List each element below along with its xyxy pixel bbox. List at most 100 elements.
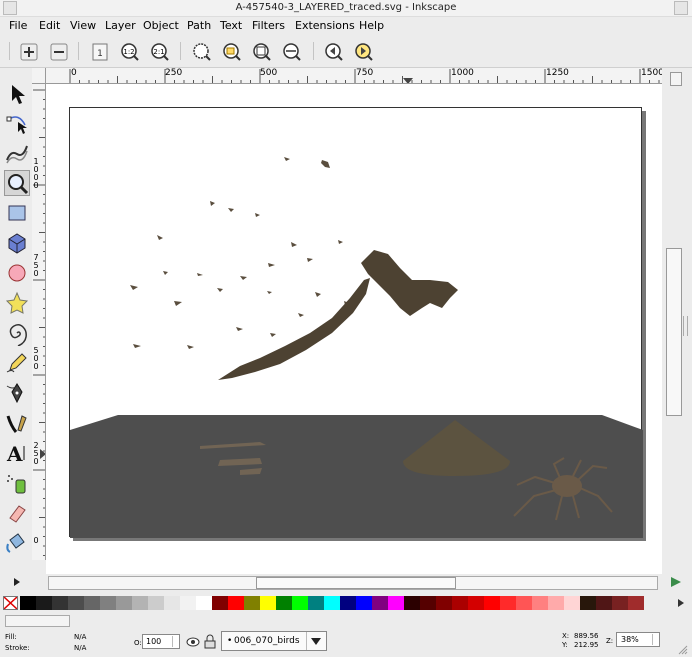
corner-icon[interactable] bbox=[670, 576, 682, 588]
menu-edit[interactable]: Edit bbox=[39, 19, 60, 32]
color-swatch[interactable] bbox=[228, 596, 244, 610]
zoom-page-button[interactable] bbox=[250, 40, 272, 62]
zoom-tool[interactable] bbox=[4, 170, 30, 196]
color-swatch[interactable] bbox=[340, 596, 356, 610]
fill-value[interactable]: N/A bbox=[74, 633, 86, 641]
spiral-tool[interactable] bbox=[4, 320, 30, 347]
toolbox-overflow-icon[interactable] bbox=[13, 577, 21, 590]
horizontal-scrollbar[interactable] bbox=[46, 574, 662, 592]
menu-view[interactable]: View bbox=[70, 19, 96, 32]
color-swatch[interactable] bbox=[132, 596, 148, 610]
eye-icon[interactable] bbox=[186, 635, 200, 649]
ellipse-tool[interactable] bbox=[4, 260, 30, 286]
color-swatch[interactable] bbox=[420, 596, 436, 610]
tweak-tool[interactable] bbox=[4, 140, 30, 166]
horizontal-scroll-thumb[interactable] bbox=[256, 577, 456, 589]
color-swatch[interactable] bbox=[628, 596, 644, 610]
color-swatch[interactable] bbox=[324, 596, 340, 610]
color-swatch[interactable] bbox=[484, 596, 500, 610]
zoom-drawing-button[interactable] bbox=[220, 40, 242, 62]
color-swatch[interactable] bbox=[292, 596, 308, 610]
color-swatch[interactable] bbox=[164, 596, 180, 610]
layer-selector[interactable]: • 006_070_birds bbox=[221, 631, 327, 651]
menu-object[interactable]: Object bbox=[143, 19, 179, 32]
menu-layer[interactable]: Layer bbox=[105, 19, 136, 32]
color-swatch[interactable] bbox=[580, 596, 596, 610]
zoom-selection-button[interactable] bbox=[190, 40, 212, 62]
menu-text[interactable]: Text bbox=[220, 19, 242, 32]
color-swatch[interactable] bbox=[84, 596, 100, 610]
color-swatch[interactable] bbox=[212, 596, 228, 610]
color-swatch[interactable] bbox=[564, 596, 580, 610]
color-swatch[interactable] bbox=[436, 596, 452, 610]
zoom-1-1-button[interactable]: 1 bbox=[88, 40, 110, 62]
chevron-down-icon[interactable] bbox=[311, 638, 321, 645]
zoom-page-width-button[interactable] bbox=[280, 40, 302, 62]
paint-bucket-tool[interactable] bbox=[4, 530, 30, 556]
lock-icon[interactable] bbox=[204, 634, 216, 649]
color-swatch[interactable] bbox=[36, 596, 52, 610]
text-tool[interactable]: A bbox=[4, 440, 30, 466]
no-paint-swatch[interactable] bbox=[3, 596, 18, 610]
color-swatch[interactable] bbox=[612, 596, 628, 610]
menu-extensions[interactable]: Extensions bbox=[295, 19, 355, 32]
color-swatch[interactable] bbox=[276, 596, 292, 610]
zoom-previous-button[interactable] bbox=[322, 40, 344, 62]
vertical-scrollbar[interactable] bbox=[662, 68, 692, 587]
menu-path[interactable]: Path bbox=[187, 19, 211, 32]
color-swatch[interactable] bbox=[244, 596, 260, 610]
color-swatch[interactable] bbox=[548, 596, 564, 610]
color-swatch[interactable] bbox=[20, 596, 36, 610]
spray-tool[interactable] bbox=[4, 470, 30, 496]
scroll-up-button[interactable] bbox=[670, 72, 682, 86]
window-close-button[interactable] bbox=[674, 1, 688, 15]
color-swatch[interactable] bbox=[452, 596, 468, 610]
color-swatch[interactable] bbox=[180, 596, 196, 610]
zoom-next-button[interactable] bbox=[352, 40, 374, 62]
spinner-arrows-icon[interactable] bbox=[652, 634, 658, 645]
vertical-ruler[interactable]: 1000 750 500 250 0 bbox=[32, 84, 46, 560]
menu-filters[interactable]: Filters bbox=[252, 19, 285, 32]
color-swatch[interactable] bbox=[116, 596, 132, 610]
color-swatch[interactable] bbox=[68, 596, 84, 610]
color-swatch[interactable] bbox=[596, 596, 612, 610]
stroke-value[interactable]: N/A bbox=[74, 644, 86, 652]
color-swatch[interactable] bbox=[532, 596, 548, 610]
palette-menu-icon[interactable] bbox=[676, 598, 686, 611]
color-swatch[interactable] bbox=[372, 596, 388, 610]
spinner-arrows-icon[interactable] bbox=[172, 636, 178, 647]
pen-tool[interactable] bbox=[4, 380, 30, 406]
color-swatch[interactable] bbox=[388, 596, 404, 610]
node-tool[interactable] bbox=[4, 111, 30, 137]
zoom-out-button[interactable] bbox=[47, 40, 69, 62]
star-tool[interactable] bbox=[4, 290, 30, 316]
zoom-2-1-button[interactable]: 2:1 bbox=[148, 40, 170, 62]
color-swatch[interactable] bbox=[516, 596, 532, 610]
drawing-canvas[interactable] bbox=[46, 84, 662, 574]
color-swatch[interactable] bbox=[404, 596, 420, 610]
vertical-scroll-thumb[interactable] bbox=[666, 248, 682, 416]
zoom-in-button[interactable] bbox=[17, 40, 39, 62]
eraser-tool[interactable] bbox=[4, 500, 30, 526]
color-swatch[interactable] bbox=[356, 596, 372, 610]
color-swatch[interactable] bbox=[260, 596, 276, 610]
zoom-1-2-button[interactable]: 1:2 bbox=[118, 40, 140, 62]
menu-help[interactable]: Help bbox=[359, 19, 384, 32]
zoom-spinner[interactable]: 38% bbox=[616, 632, 660, 647]
color-swatch[interactable] bbox=[100, 596, 116, 610]
color-swatch[interactable] bbox=[500, 596, 516, 610]
color-swatch[interactable] bbox=[196, 596, 212, 610]
horizontal-ruler[interactable]: 0 250 500 750 1000 1250 1500 bbox=[46, 68, 662, 84]
menu-file[interactable]: File bbox=[9, 19, 27, 32]
pencil-tool[interactable] bbox=[4, 350, 30, 376]
3d-box-tool[interactable] bbox=[4, 230, 30, 256]
color-swatch[interactable] bbox=[52, 596, 68, 610]
selector-tool[interactable] bbox=[4, 81, 30, 107]
opacity-spinner[interactable]: 100 bbox=[142, 634, 180, 649]
calligraphy-tool[interactable] bbox=[4, 410, 30, 436]
resize-grip-icon[interactable] bbox=[678, 645, 688, 655]
color-swatch[interactable] bbox=[308, 596, 324, 610]
color-swatch[interactable] bbox=[148, 596, 164, 610]
color-swatch[interactable] bbox=[468, 596, 484, 610]
rectangle-tool[interactable] bbox=[4, 200, 30, 226]
